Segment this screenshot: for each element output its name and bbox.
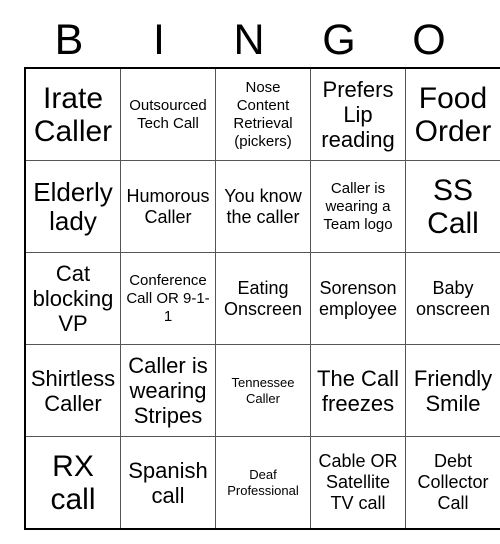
bingo-cell[interactable]: Humorous Caller — [120, 160, 216, 253]
bingo-row: Irate Caller Outsourced Tech Call Nose C… — [24, 67, 500, 161]
bingo-cell-label: Tennessee Caller — [231, 374, 295, 406]
bingo-cell-label: Irate Caller — [33, 81, 113, 148]
bingo-cell[interactable]: Cable OR Satellite TV call — [310, 436, 406, 530]
bingo-cell[interactable]: Eating Onscreen — [215, 252, 311, 345]
bingo-cell[interactable]: Elderly lady — [24, 160, 121, 253]
bingo-cell-label: Cat blocking VP — [32, 261, 114, 336]
bingo-cell[interactable]: Prefers Lip reading — [310, 67, 406, 161]
bingo-cell[interactable]: Outsourced Tech Call — [120, 67, 216, 161]
bingo-cell[interactable]: Debt Collector Call — [405, 436, 500, 530]
bingo-grid: Irate Caller Outsourced Tech Call Nose C… — [24, 67, 500, 530]
bingo-cell[interactable]: RX call — [24, 436, 121, 530]
bingo-cell[interactable]: Baby onscreen — [405, 252, 500, 345]
bingo-header-letter-n: N — [233, 16, 265, 64]
bingo-cell[interactable]: Tennessee Caller — [215, 344, 311, 437]
bingo-cell[interactable]: Cat blocking VP — [24, 252, 121, 345]
bingo-cell[interactable]: Caller is wearing a Team logo — [310, 160, 406, 253]
bingo-cell-label: Sorenson employee — [318, 277, 398, 319]
bingo-cell[interactable]: Conference Call OR 9-1-1 — [120, 252, 216, 345]
bingo-cell[interactable]: Shirtless Caller — [24, 344, 121, 437]
bingo-cell-label: SS Call — [427, 173, 479, 240]
bingo-cell-label: Outsourced Tech Call — [129, 96, 207, 132]
bingo-cell[interactable]: Irate Caller — [24, 67, 121, 161]
bingo-cell-label: Deaf Professional — [227, 466, 299, 498]
bingo-cell[interactable]: The Call freezes — [310, 344, 406, 437]
bingo-cell-label: You know the caller — [224, 185, 302, 227]
bingo-cell-label: Conference Call OR 9-1-1 — [126, 271, 210, 325]
bingo-cell-label: Nose Content Retrieval (pickers) — [233, 78, 293, 150]
bingo-row: Cat blocking VP Conference Call OR 9-1-1… — [24, 252, 500, 345]
bingo-header-letter-o: O — [412, 16, 446, 64]
bingo-cell-label: Food Order — [414, 81, 492, 148]
bingo-cell-label: Prefers Lip reading — [321, 77, 395, 152]
bingo-cell[interactable]: Nose Content Retrieval (pickers) — [215, 67, 311, 161]
bingo-cell-label: Caller is wearing a Team logo — [323, 179, 393, 233]
bingo-cell[interactable]: Caller is wearing Stripes — [120, 344, 216, 437]
bingo-row: Elderly lady Humorous Caller You know th… — [24, 160, 500, 253]
bingo-cell-label: The Call freezes — [317, 365, 399, 416]
bingo-cell-label: Cable OR Satellite TV call — [318, 451, 398, 513]
bingo-cell[interactable]: Deaf Professional — [215, 436, 311, 530]
bingo-card: B I N G O Irate Caller Outsourced Tech C… — [24, 14, 500, 530]
bingo-cell-label: Elderly lady — [33, 176, 113, 236]
bingo-cell[interactable]: Sorenson employee — [310, 252, 406, 345]
bingo-row: RX call Spanish call Deaf Professional C… — [24, 436, 500, 530]
bingo-cell-label: Eating Onscreen — [223, 277, 303, 319]
bingo-cell-label: Shirtless Caller — [30, 365, 116, 416]
bingo-cell[interactable]: You know the caller — [215, 160, 311, 253]
bingo-header-letter-b: B — [54, 16, 84, 64]
bingo-cell[interactable]: Food Order — [405, 67, 500, 161]
bingo-cell[interactable]: Spanish call — [120, 436, 216, 530]
bingo-header-letter-g: G — [322, 16, 356, 64]
bingo-cell-label: Baby onscreen — [415, 277, 491, 319]
bingo-cell[interactable]: SS Call — [405, 160, 500, 253]
bingo-cell-label: Caller is wearing Stripes — [128, 353, 208, 428]
bingo-header-letter-i: I — [153, 16, 165, 64]
bingo-cell[interactable]: Friendly Smile — [405, 344, 500, 437]
bingo-cell-label: RX call — [50, 449, 96, 516]
bingo-cell-label: Debt Collector Call — [417, 451, 489, 513]
bingo-header: B I N G O — [24, 14, 474, 67]
bingo-row: Shirtless Caller Caller is wearing Strip… — [24, 344, 500, 437]
bingo-cell-label: Spanish call — [128, 457, 208, 508]
bingo-cell-label: Friendly Smile — [413, 365, 493, 416]
bingo-cell-label: Humorous Caller — [126, 185, 210, 227]
